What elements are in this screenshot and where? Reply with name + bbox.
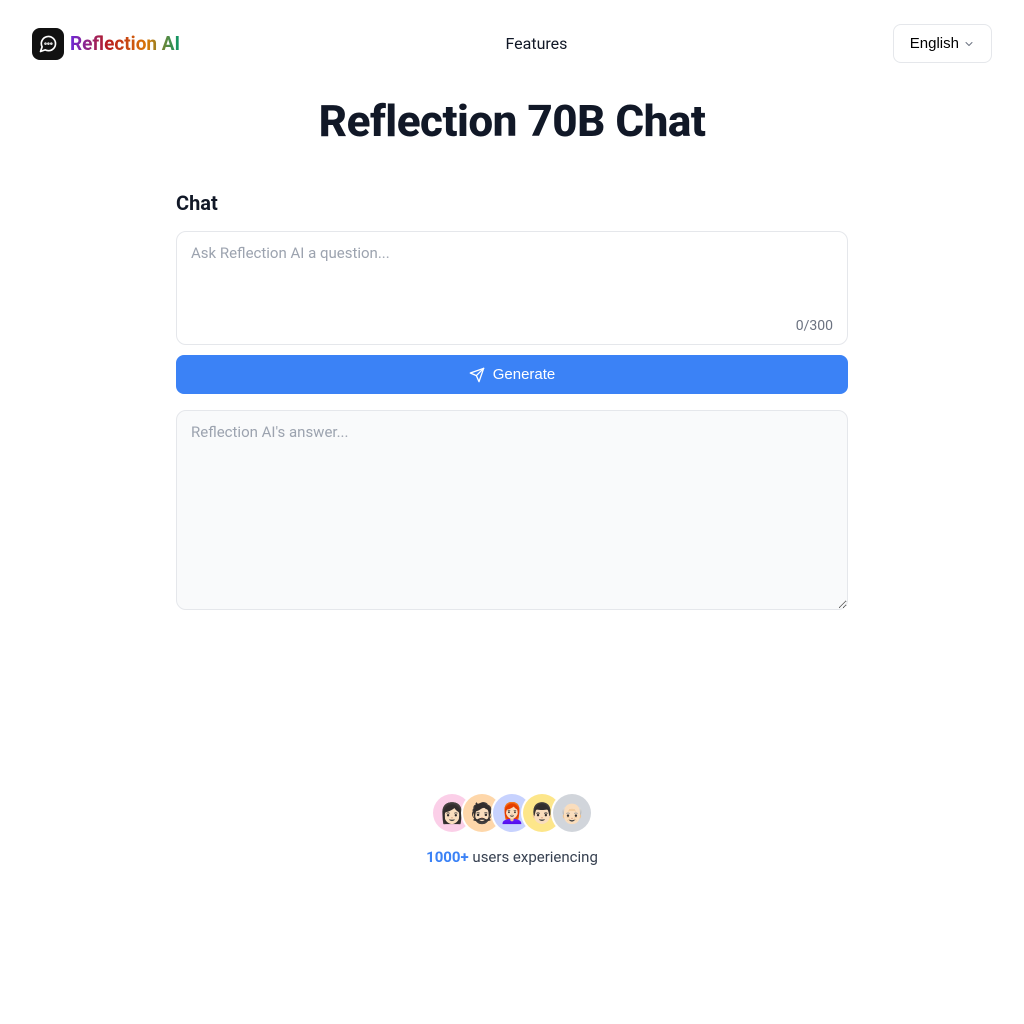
main-content: Reflection 70B Chat Chat 0/300 Generate <box>176 95 848 614</box>
generate-button[interactable]: Generate <box>176 355 848 394</box>
generate-label: Generate <box>493 366 556 383</box>
language-label: English <box>910 35 959 52</box>
nav-features-link[interactable]: Features <box>505 34 567 53</box>
brand[interactable]: Reflection AI <box>32 28 180 60</box>
page-title: Reflection 70B Chat <box>176 95 848 147</box>
char-counter: 0/300 <box>191 318 833 334</box>
question-card: 0/300 <box>176 231 848 345</box>
user-count: 1000+ <box>426 848 469 866</box>
users-experiencing-label: users experiencing <box>469 848 598 866</box>
question-input[interactable] <box>191 244 833 308</box>
avatar: 👴🏻 <box>553 794 591 832</box>
header: Reflection AI Features English <box>0 0 1024 87</box>
send-icon <box>469 367 485 383</box>
brand-name: Reflection AI <box>70 32 180 55</box>
social-proof: 👩🏻🧔🏻👩🏻‍🦰👨🏻👴🏻 1000+ users experiencing <box>0 794 1024 866</box>
social-text: 1000+ users experiencing <box>426 848 598 866</box>
chat-section-title: Chat <box>176 191 848 215</box>
avatar-stack: 👩🏻🧔🏻👩🏻‍🦰👨🏻👴🏻 <box>433 794 591 832</box>
language-selector[interactable]: English <box>893 24 992 63</box>
answer-output[interactable] <box>176 410 848 610</box>
chevron-down-icon <box>963 38 975 50</box>
brand-logo-icon <box>32 28 64 60</box>
